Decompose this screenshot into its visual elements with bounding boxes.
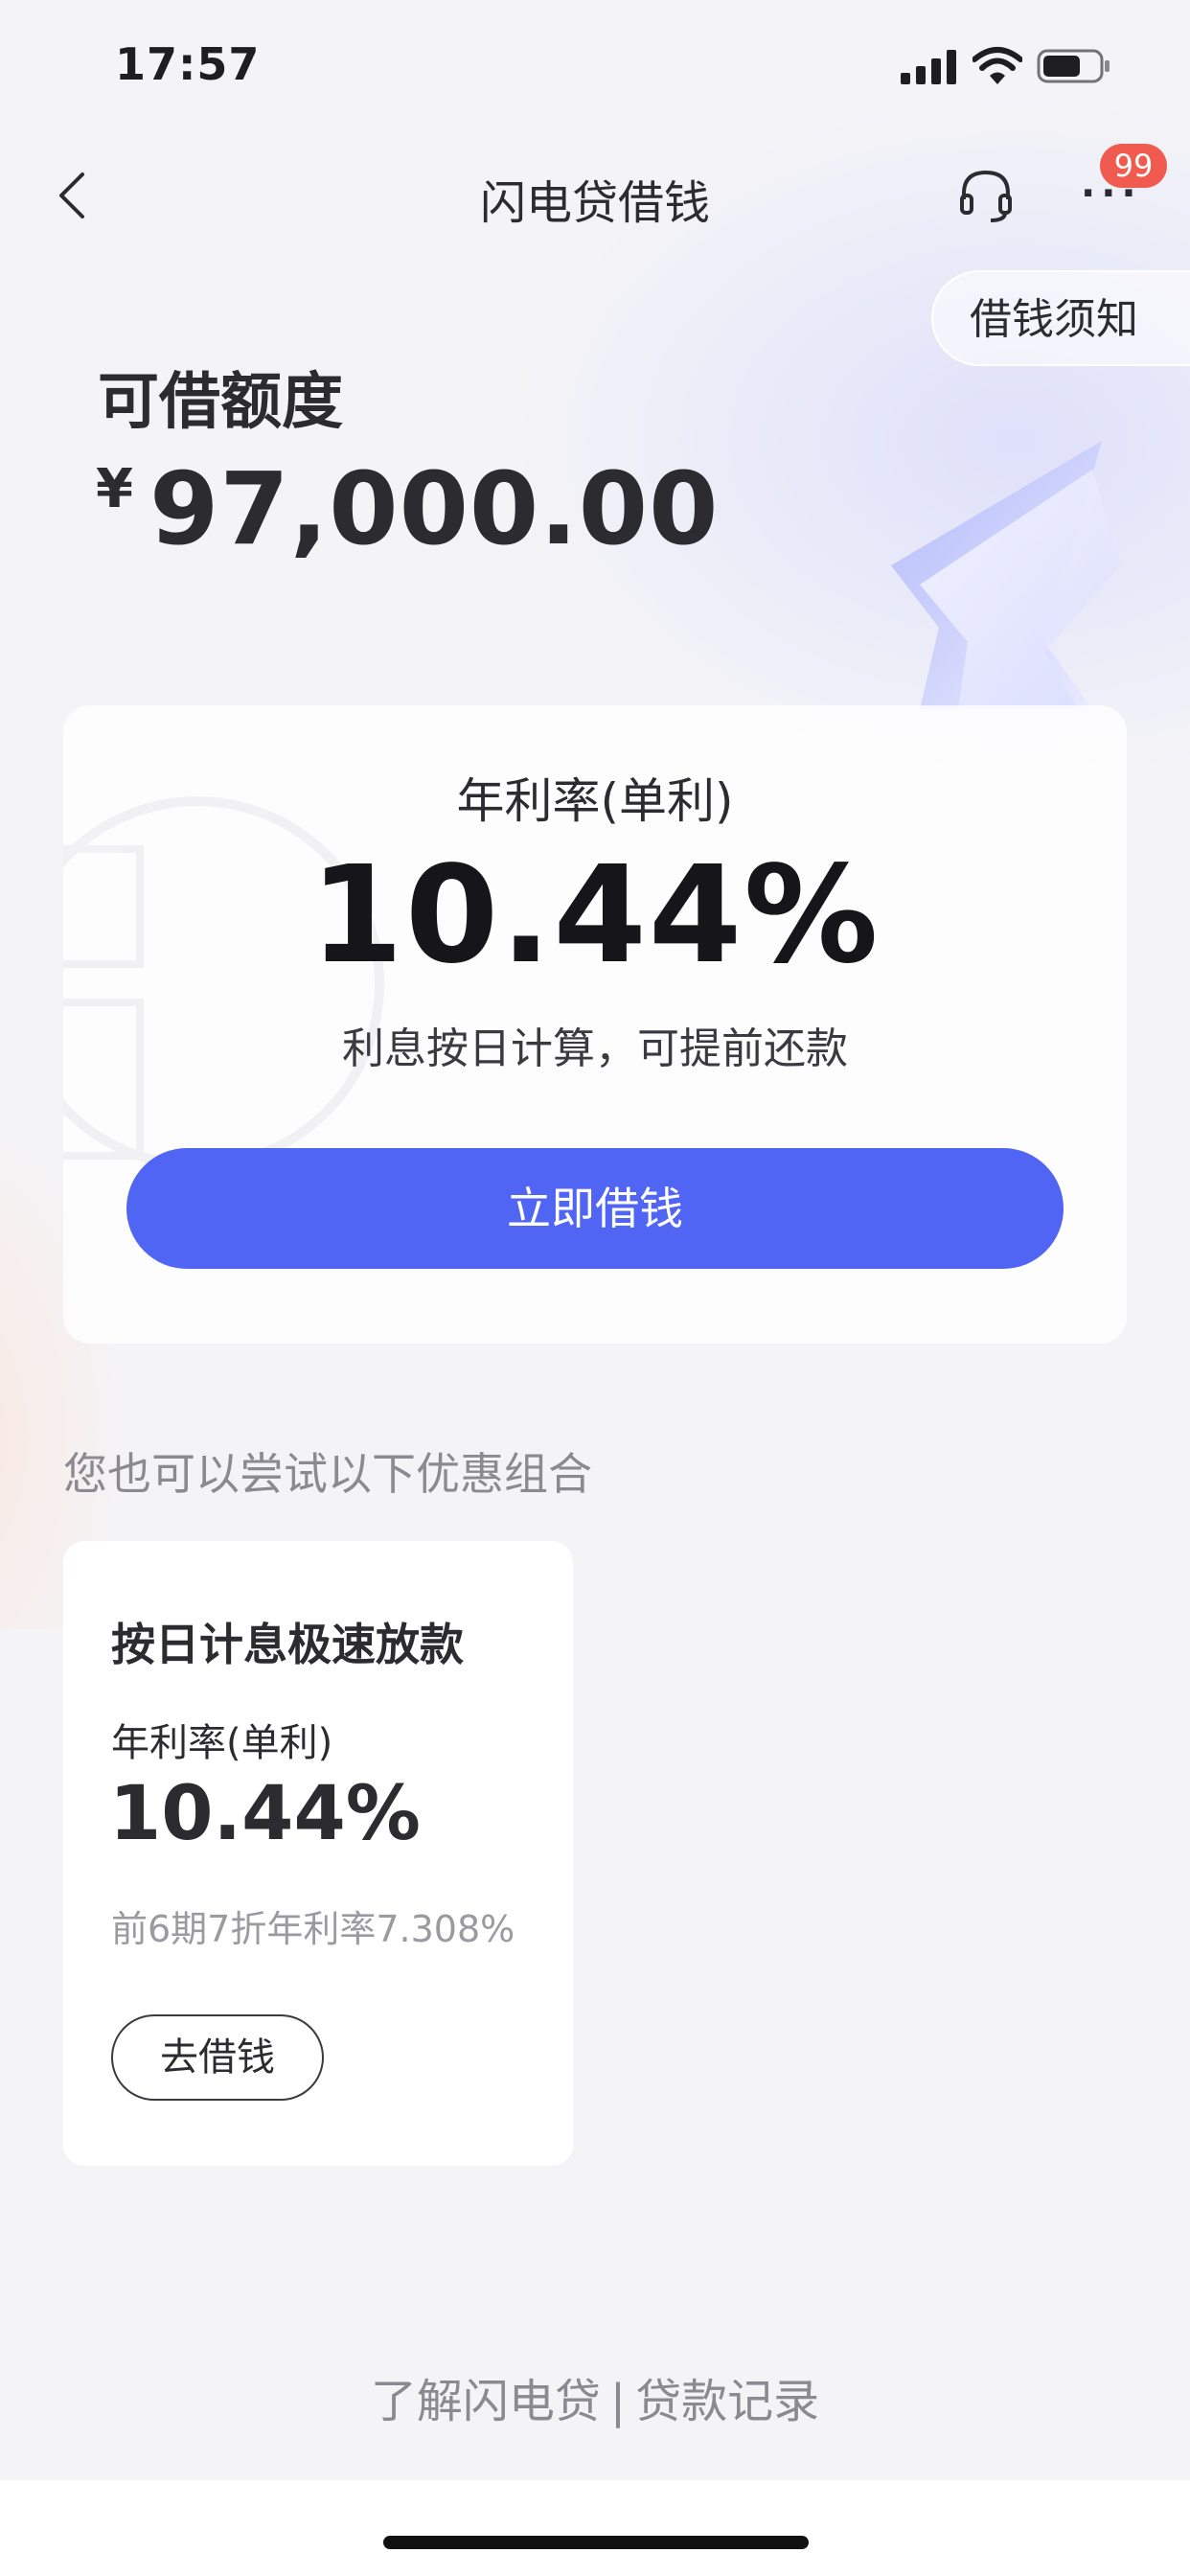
lightning-bolt-icon [891, 441, 1121, 709]
go-borrow-button[interactable]: 去借钱 [111, 2014, 324, 2101]
status-time: 17:57 [115, 38, 261, 90]
footer-separator: | [609, 2375, 627, 2428]
learn-more-link[interactable]: 了解闪电贷 [371, 2375, 601, 2428]
wifi-icon [973, 47, 1022, 84]
annual-rate-label: 年利率(单利) [456, 773, 734, 829]
loan-card: 年利率(单利) 10.44% 利息按日计算，可提前还款 立即借钱 [63, 705, 1127, 1344]
interest-description: 利息按日计算，可提前还款 [342, 1024, 848, 1073]
offer-card[interactable]: 按日计息极速放款 年利率(单利) 10.44% 前6期7折年利率7.308% 去… [63, 1541, 573, 2166]
credit-limit-label: 可借额度 [98, 367, 343, 438]
offer-rate-value: 10.44% [109, 1771, 421, 1857]
loan-records-link[interactable]: 贷款记录 [635, 2375, 819, 2428]
bottom-safe-area [0, 2480, 1190, 2576]
signal-icon [901, 50, 956, 84]
offer-rate-label: 年利率(单利) [111, 1721, 333, 1765]
annual-rate-value: 10.44% [309, 838, 881, 994]
borrow-now-button[interactable]: 立即借钱 [126, 1148, 1064, 1269]
battery-icon [1037, 49, 1110, 83]
headset-icon[interactable] [956, 165, 1016, 224]
amount-value: 97,000.00 [149, 450, 720, 567]
currency-symbol: ¥ [96, 458, 134, 520]
home-indicator[interactable] [383, 2536, 809, 2549]
offer-title: 按日计息极速放款 [111, 1619, 464, 1670]
offer-discount-note: 前6期7折年利率7.308% [111, 1908, 515, 1950]
notification-badge: 99 [1100, 144, 1167, 188]
credit-limit-amount: ¥97,000.00 [96, 450, 720, 567]
suggestion-label: 您也可以尝试以下优惠组合 [63, 1448, 592, 1500]
borrowing-notice-button[interactable]: 借钱须知 [931, 270, 1190, 366]
navigation-bar: 闪电贷借钱 ··· 99 [0, 144, 1190, 249]
footer-links: 了解闪电贷 | 贷款记录 [0, 2363, 1190, 2430]
status-bar: 17:57 [0, 0, 1190, 134]
